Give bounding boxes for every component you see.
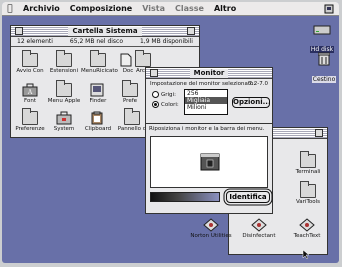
folder-icon [135,50,151,67]
system-suitcase[interactable]: System [47,111,81,132]
folder-icon [122,80,138,97]
folder-icon [124,108,140,125]
menu-archivio[interactable]: Archivio [18,4,65,13]
free-space: 1,9 MB disponibili [139,38,193,45]
monitor-title: Monitor [189,68,229,78]
arrangement-area [150,136,268,188]
color-depth-list[interactable]: 256 Migliaia Milioni [184,89,228,115]
folder-icon [22,108,38,125]
clipboard-item[interactable]: Clipboard [81,111,115,132]
menuricicato-folder[interactable]: MenuRicicato [81,50,118,74]
folder-icon [56,50,72,67]
folder-icon [90,50,106,67]
disinfectant-app[interactable]: Disinfectant [239,218,279,239]
option-migliaia[interactable]: Migliaia [185,97,227,104]
menu-classe[interactable]: Classe [170,4,209,13]
font-suitcase[interactable]: A Font [13,83,47,104]
suitcase-icon: A [22,83,38,97]
color-radio[interactable]: Colori: [152,101,179,108]
menu-altro[interactable]: Altro [209,4,241,13]
folder-icon [300,181,316,198]
norton-utilities-folder[interactable]: Norton Utilities [189,218,233,239]
monitor-icon[interactable] [200,153,220,171]
monitor-bezel:  Archivio Composizione Vista Classe Alt… [0,0,342,267]
system-folder-titlebar[interactable]: Cartella Sistema [11,26,199,37]
arrangement-text: Riposiziona i monitor e la barra dei men… [149,126,265,132]
zoom-box[interactable] [187,27,195,35]
option-256[interactable]: 256 [185,90,227,97]
menu-vista[interactable]: Vista [137,4,170,13]
zoom-box[interactable] [315,129,323,137]
system-icon [56,111,72,125]
monitor-titlebar[interactable]: Monitor [146,68,272,79]
identify-button[interactable]: Identifica [226,191,270,203]
color-swatch-bar [150,192,220,202]
monitor-arrangement: Riposiziona i monitor e la barra dei men… [146,124,272,214]
window-title: Cartella Sistema [68,26,142,36]
avvio-con-folder[interactable]: Avvio Con [13,50,47,74]
version-label: 7.2-7.0 [248,81,268,87]
item-count: 12 elementi [17,38,53,45]
menu-composizione[interactable]: Composizione [65,4,137,13]
diamond-folder-icon [203,218,219,232]
application-menu-icon[interactable] [324,4,334,14]
monitor-settings: Impostazione del monitor selezionato: 7.… [146,79,272,123]
cursor-arrow-icon [302,249,310,260]
monitor-control-panel: Monitor Impostazione del monitor selezio… [145,67,273,214]
folder-icon [300,151,316,168]
grey-radio[interactable]: Grigi: [152,91,176,98]
terminali-folder[interactable]: Terminali [291,151,325,175]
diamond-folder-icon [299,218,315,232]
folder-icon [22,50,38,67]
menu-apple-folder[interactable]: Menu Apple [47,80,81,104]
close-box[interactable] [150,69,158,77]
options-button[interactable]: Opzioni... [232,97,271,108]
clipboard-icon [91,111,103,125]
trash-label: Cestino [311,76,337,83]
color-radio-button[interactable] [152,101,159,108]
pannello-folder[interactable]: Pannello d [117,108,147,132]
finder-item[interactable]: Finder [81,83,115,104]
estensioni-folder[interactable]: Estensioni [47,50,81,74]
mac-desktop:  Archivio Composizione Vista Classe Alt… [2,2,339,263]
settings-heading: Impostazione del monitor selezionato: [150,81,256,87]
close-box[interactable] [15,27,23,35]
preferenze-folder[interactable]: Preferenze [13,108,47,132]
prefe-folder[interactable]: Prefe [117,80,143,104]
svg-text:A: A [27,89,33,96]
hard-disk-icon[interactable]: Hd disk [307,24,337,55]
apple-menu-icon[interactable]:  [2,4,18,14]
folder-icon [56,80,72,97]
varitools-folder[interactable]: VariTools [291,181,325,205]
trash-icon[interactable]: Cestino [309,52,339,85]
option-milioni[interactable]: Milioni [185,104,227,111]
folder-info-bar: 12 elementi 65,2 MB nel disco 1,9 MB dis… [11,37,199,47]
menu-bar:  Archivio Composizione Vista Classe Alt… [2,2,339,16]
diamond-folder-icon [251,218,267,232]
disk-usage: 65,2 MB nel disco [69,38,124,45]
finder-icon [90,83,104,97]
grey-radio-button[interactable] [152,91,159,98]
teachtext-app[interactable]: TeachText [287,218,327,239]
